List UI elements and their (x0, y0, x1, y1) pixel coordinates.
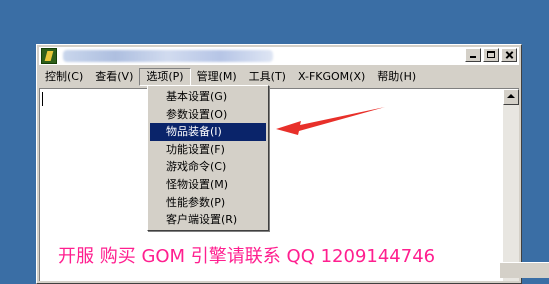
options-dropdown-menu: 基本设置(G) 参数设置(O) 物品装备(I) 功能设置(F) 游戏命令(C) … (147, 85, 269, 231)
window-title-redacted (63, 50, 273, 62)
menu-item-performance-params[interactable]: 性能参数(P) (150, 194, 266, 212)
close-icon[interactable] (501, 48, 517, 62)
app-icon[interactable] (41, 48, 57, 64)
menu-manage[interactable]: 管理(M) (191, 68, 243, 86)
menu-tools[interactable]: 工具(T) (243, 68, 292, 86)
menu-help[interactable]: 帮助(H) (371, 68, 422, 86)
menu-view[interactable]: 查看(V) (89, 68, 139, 86)
taskbar-edge (500, 262, 549, 278)
menu-item-monster-settings[interactable]: 怪物设置(M) (150, 176, 266, 194)
menu-item-function-settings[interactable]: 功能设置(F) (150, 141, 266, 159)
menu-item-basic-settings[interactable]: 基本设置(G) (150, 88, 266, 106)
menu-options[interactable]: 选项(P) (139, 67, 191, 86)
scroll-up-arrow-icon[interactable] (503, 89, 519, 105)
menu-x-fkgom[interactable]: X-FKGOM(X) (292, 68, 371, 86)
menu-control[interactable]: 控制(C) (39, 68, 89, 86)
menu-item-game-commands[interactable]: 游戏命令(C) (150, 158, 266, 176)
text-caret (42, 92, 43, 106)
menu-item-items-equipment[interactable]: 物品装备(I) (150, 123, 266, 141)
window-controls (465, 48, 517, 62)
menu-item-parameter-settings[interactable]: 参数设置(O) (150, 106, 266, 124)
menu-bar: 控制(C) 查看(V) 选项(P) 管理(M) 工具(T) X-FKGOM(X)… (39, 67, 519, 86)
title-bar[interactable] (39, 47, 519, 65)
promo-text: 开服 购买 GOM 引擎请联系 QQ 1209144746 (58, 246, 436, 267)
maximize-icon[interactable] (483, 48, 499, 62)
menu-item-client-settings[interactable]: 客户端设置(R) (150, 211, 266, 229)
vertical-scrollbar[interactable] (503, 89, 519, 281)
minimize-icon[interactable] (465, 48, 481, 62)
